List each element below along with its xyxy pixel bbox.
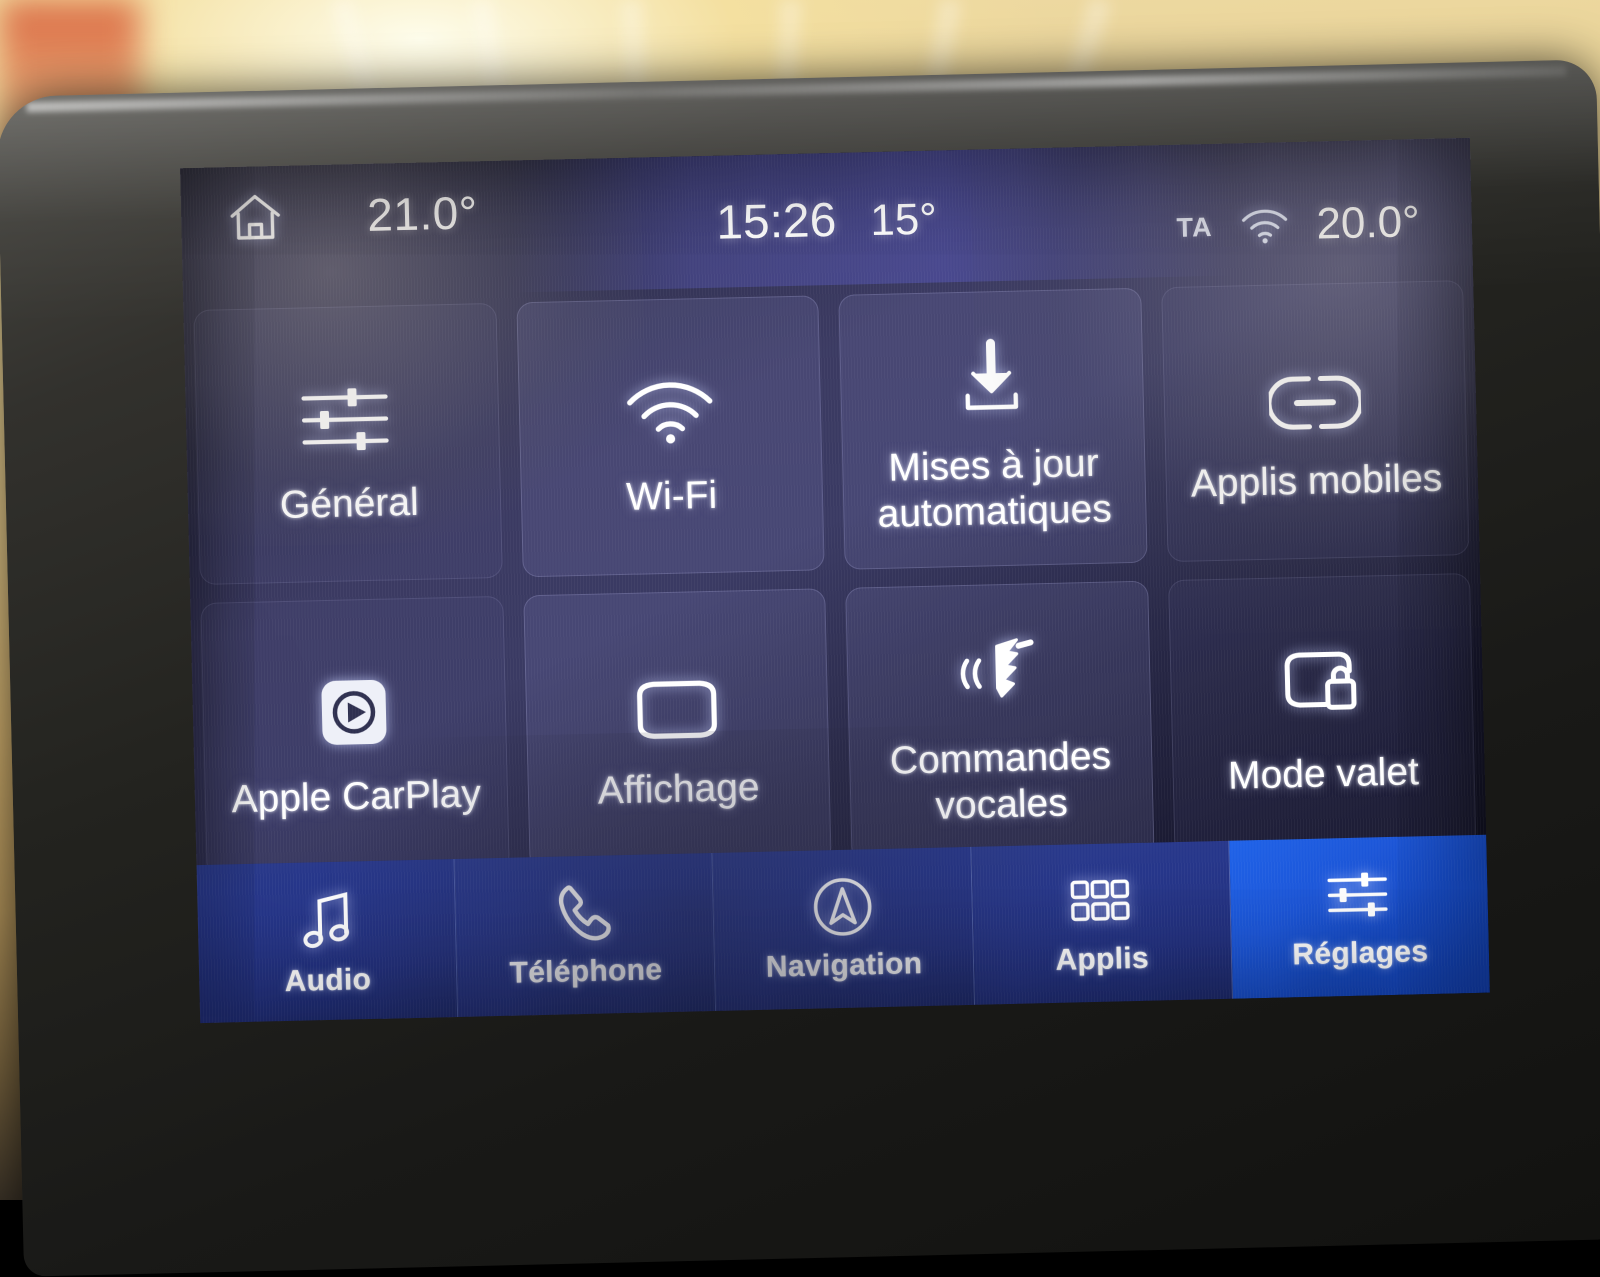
wifi-icon	[620, 350, 718, 448]
tile-label: Mises à jour automatiques	[876, 440, 1112, 537]
nav-item-phone[interactable]: Téléphone	[455, 853, 717, 1017]
nav-item-navigation[interactable]: Navigation	[713, 847, 975, 1011]
settings-tile-voice-commands[interactable]: Commandes vocales	[835, 570, 1164, 871]
music-note-icon	[297, 889, 356, 954]
tile-label: Mode valet	[1228, 749, 1420, 799]
settings-tile-display[interactable]: Affichage	[513, 578, 842, 879]
nav-item-settings[interactable]: Réglages	[1229, 835, 1490, 999]
grid-apps-icon	[1070, 868, 1131, 933]
settings-tile-wifi[interactable]: Wi-Fi	[506, 285, 835, 586]
screen-lock-icon	[1278, 628, 1364, 726]
nav-label: Audio	[284, 963, 371, 999]
nav-item-apps[interactable]: Applis	[971, 841, 1233, 1005]
settings-tile-auto-updates[interactable]: Mises à jour automatiques	[828, 277, 1157, 578]
settings-tile-mobile-apps[interactable]: Applis mobiles	[1150, 270, 1479, 571]
traffic-announcement-indicator[interactable]: TA	[1176, 212, 1213, 244]
phone-icon	[553, 880, 616, 945]
cabin-temp-right[interactable]: 20.0°	[1316, 197, 1420, 249]
wifi-icon	[1238, 206, 1291, 245]
compass-icon	[810, 874, 875, 939]
settings-tile-general[interactable]: Général	[183, 293, 512, 594]
infotainment-screen[interactable]: 21.0° 15:26 15° TA 20.0°	[180, 138, 1490, 1023]
voice-icon	[954, 613, 1042, 711]
sliders-icon	[297, 358, 397, 456]
settings-tile-apple-carplay[interactable]: Apple CarPlay	[190, 586, 519, 887]
tile-label: Commandes vocales	[889, 733, 1112, 830]
nav-label: Applis	[1055, 942, 1149, 978]
nav-label: Réglages	[1292, 935, 1429, 972]
nav-label: Téléphone	[509, 953, 662, 991]
carplay-icon	[317, 651, 391, 749]
link-icon	[1267, 335, 1361, 433]
nav-item-audio[interactable]: Audio	[197, 859, 459, 1023]
clock: 15:26	[716, 193, 837, 251]
sliders-icon	[1325, 862, 1392, 928]
tile-label: Apple CarPlay	[231, 771, 481, 823]
tile-label: Applis mobiles	[1190, 455, 1442, 507]
tile-label: Général	[279, 479, 419, 528]
settings-tile-grid: Général Wi-Fi	[183, 270, 1486, 886]
outside-temperature: 15°	[870, 195, 938, 247]
tile-label: Affichage	[597, 764, 760, 814]
bottom-nav-bar: Audio Téléphone Navigation	[197, 835, 1490, 1023]
nav-label: Navigation	[766, 947, 923, 985]
download-icon	[950, 320, 1032, 418]
display-icon	[632, 643, 720, 741]
tile-label: Wi-Fi	[626, 472, 718, 520]
settings-tile-valet-mode[interactable]: Mode valet	[1157, 563, 1486, 864]
